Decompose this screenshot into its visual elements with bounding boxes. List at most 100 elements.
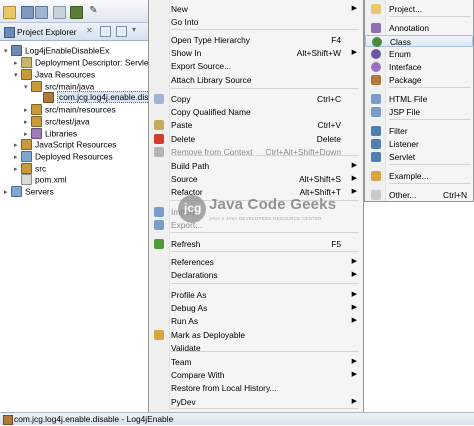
debug-icon[interactable]: ✎ (88, 6, 99, 17)
menu-item-pydev[interactable]: PyDev ▶ (149, 396, 363, 408)
collapsed-icon[interactable]: ▸ (24, 117, 31, 128)
menu-item-shortcut: Ctrl+N (443, 190, 467, 200)
menu-item-go-into[interactable]: Go Into (149, 16, 363, 28)
menu-item-remove-from-context[interactable]: Remove from Context Ctrl+Alt+Shift+Down (149, 146, 363, 158)
menu-item-refresh[interactable]: Refresh F5 (149, 238, 363, 250)
menu-item-copy-qualified-name[interactable]: Copy Qualified Name (149, 106, 363, 118)
new-item-jsp-file[interactable]: JSP File (365, 106, 473, 118)
menu-item-profile-as[interactable]: Profile As ▶ (149, 289, 363, 301)
tab-project-explorer[interactable]: Project Explorer (17, 27, 77, 37)
submenu-arrow-icon: ▶ (351, 317, 357, 324)
new-item-filter[interactable]: Filter (365, 125, 473, 137)
submenu-arrow-icon: ▶ (351, 188, 357, 195)
menu-item-paste[interactable]: Paste Ctrl+V (149, 119, 363, 131)
tree-item-src-test-java[interactable]: ▸ src/test/java (24, 116, 90, 128)
menu-item-label: Other... (389, 190, 417, 200)
menu-item-declarations[interactable]: Declarations ▶ (149, 269, 363, 281)
new-item-other[interactable]: Other... Ctrl+N (365, 189, 473, 201)
tree-item-src[interactable]: ▸ src (14, 163, 46, 175)
new-item-project[interactable]: Project... (365, 3, 473, 15)
new-item-package[interactable]: Package (365, 74, 473, 86)
menu-item-open-type-hierarchy[interactable]: Open Type Hierarchy F4 (149, 34, 363, 46)
new-item-html-file[interactable]: HTML File (365, 93, 473, 105)
menu-item-delete[interactable]: Delete Delete (149, 133, 363, 145)
collapsed-icon[interactable]: ▸ (14, 152, 21, 163)
status-bar: com.jcg.log4j.enable.disable - Log4jEnab… (0, 412, 474, 425)
enum-icon (371, 49, 381, 59)
save-icon[interactable] (21, 6, 34, 19)
collapsed-icon[interactable]: ▸ (4, 187, 11, 198)
menu-item-label: References (171, 257, 214, 267)
tree-item-project[interactable]: ▾ Log4jEnableDisableEx (4, 45, 109, 57)
tree-item-label: src/main/resources (45, 104, 116, 115)
tree-item-deployed-resources[interactable]: ▸ Deployed Resources (14, 151, 113, 163)
new-item-class[interactable]: Class (365, 35, 473, 47)
menu-item-references[interactable]: References ▶ (149, 256, 363, 268)
menu-separator (171, 251, 359, 252)
collapsed-icon[interactable]: ▸ (24, 105, 31, 116)
menu-item-shortcut: F4 (331, 35, 341, 45)
menu-separator (171, 29, 359, 30)
new-item-servlet[interactable]: Servlet (365, 151, 473, 163)
menu-item-label: JSP File (389, 107, 421, 117)
expanded-icon[interactable]: ▾ (14, 70, 21, 81)
new-icon[interactable] (3, 6, 16, 19)
menu-item-source[interactable]: Source Alt+Shift+S ▶ (149, 173, 363, 185)
menu-item-build-path[interactable]: Build Path ▶ (149, 160, 363, 172)
expanded-icon[interactable]: ▾ (24, 82, 31, 93)
refresh-icon (154, 239, 164, 249)
tree-item-label: Deployment Descriptor: Servlet A (35, 57, 159, 68)
view-menu-icon[interactable]: ▾ (132, 25, 136, 34)
collapse-all-icon[interactable] (116, 26, 127, 37)
menu-item-debug-as[interactable]: Debug As ▶ (149, 302, 363, 314)
menu-item-mark-as-deployable[interactable]: Mark as Deployable (149, 329, 363, 341)
new-item-interface[interactable]: Interface (365, 61, 473, 73)
tree-item-servers[interactable]: ▸ Servers (4, 186, 54, 198)
tree-item-package[interactable]: com.jcg.log4j.enable.disab (36, 91, 160, 104)
menu-item-label: Class (390, 37, 411, 47)
collapsed-icon[interactable]: ▸ (14, 58, 21, 69)
menu-item-shortcut: F5 (331, 239, 341, 249)
submenu-arrow-icon: ▶ (351, 304, 357, 311)
tree-item-libraries[interactable]: ▸ Libraries (24, 128, 77, 140)
menu-item-restore-from-local-history[interactable]: Restore from Local History... (149, 382, 363, 394)
menu-item-team[interactable]: Team ▶ (149, 356, 363, 368)
tree-item-java-resources[interactable]: ▾ Java Resources (14, 69, 95, 81)
menu-item-run-as[interactable]: Run As ▶ (149, 315, 363, 327)
view-tab[interactable]: Project Explorer ✕ ▾ (0, 23, 150, 41)
expanded-icon[interactable]: ▾ (4, 46, 11, 57)
menu-item-label: Profile As (171, 290, 207, 300)
close-icon[interactable]: ✕ (86, 26, 93, 35)
tree-item-src-main-resources[interactable]: ▸ src/main/resources (24, 104, 116, 116)
minimize-icon[interactable] (100, 26, 111, 37)
new-item-listener[interactable]: Listener (365, 138, 473, 150)
package-icon (43, 92, 54, 104)
menu-item-new[interactable]: New ▶ (149, 3, 363, 15)
tree-item-deployment-descriptor[interactable]: ▸ Deployment Descriptor: Servlet A (14, 57, 159, 69)
src-main-resources-icon (31, 104, 42, 116)
new-item-enum[interactable]: Enum (365, 48, 473, 60)
tree-item-javascript-resources[interactable]: ▸ JavaScript Resources (14, 139, 116, 151)
menu-item-copy[interactable]: Copy Ctrl+C (149, 93, 363, 105)
menu-separator (389, 183, 471, 184)
menu-item-compare-with[interactable]: Compare With ▶ (149, 369, 363, 381)
menu-item-label: Team (171, 357, 192, 367)
menu-separator (171, 88, 359, 89)
new-item-example[interactable]: Example... (365, 170, 473, 182)
save-all-icon[interactable] (35, 6, 48, 19)
new-item-annotation[interactable]: Annotation (365, 22, 473, 34)
menu-item-export-source[interactable]: Export Source... (149, 60, 363, 72)
print-icon[interactable] (53, 6, 66, 19)
delete-icon (154, 134, 164, 144)
menu-item-label: Export Source... (171, 61, 232, 71)
tree-item-pom-xml[interactable]: pom.xml (14, 174, 67, 186)
terminal-icon[interactable] (70, 6, 83, 19)
menu-item-show-in[interactable]: Show In Alt+Shift+W ▶ (149, 47, 363, 59)
tree-item-label: pom.xml (35, 174, 67, 185)
collapsed-icon[interactable]: ▸ (14, 140, 21, 151)
menu-item-attach-library-source[interactable]: Attach Library Source (149, 74, 363, 86)
menu-item-label: Compare With (171, 370, 225, 380)
submenu-arrow-icon: ▶ (351, 291, 357, 298)
menu-item-label: Run As (171, 316, 199, 326)
menu-item-validate[interactable]: Validate (149, 342, 363, 354)
